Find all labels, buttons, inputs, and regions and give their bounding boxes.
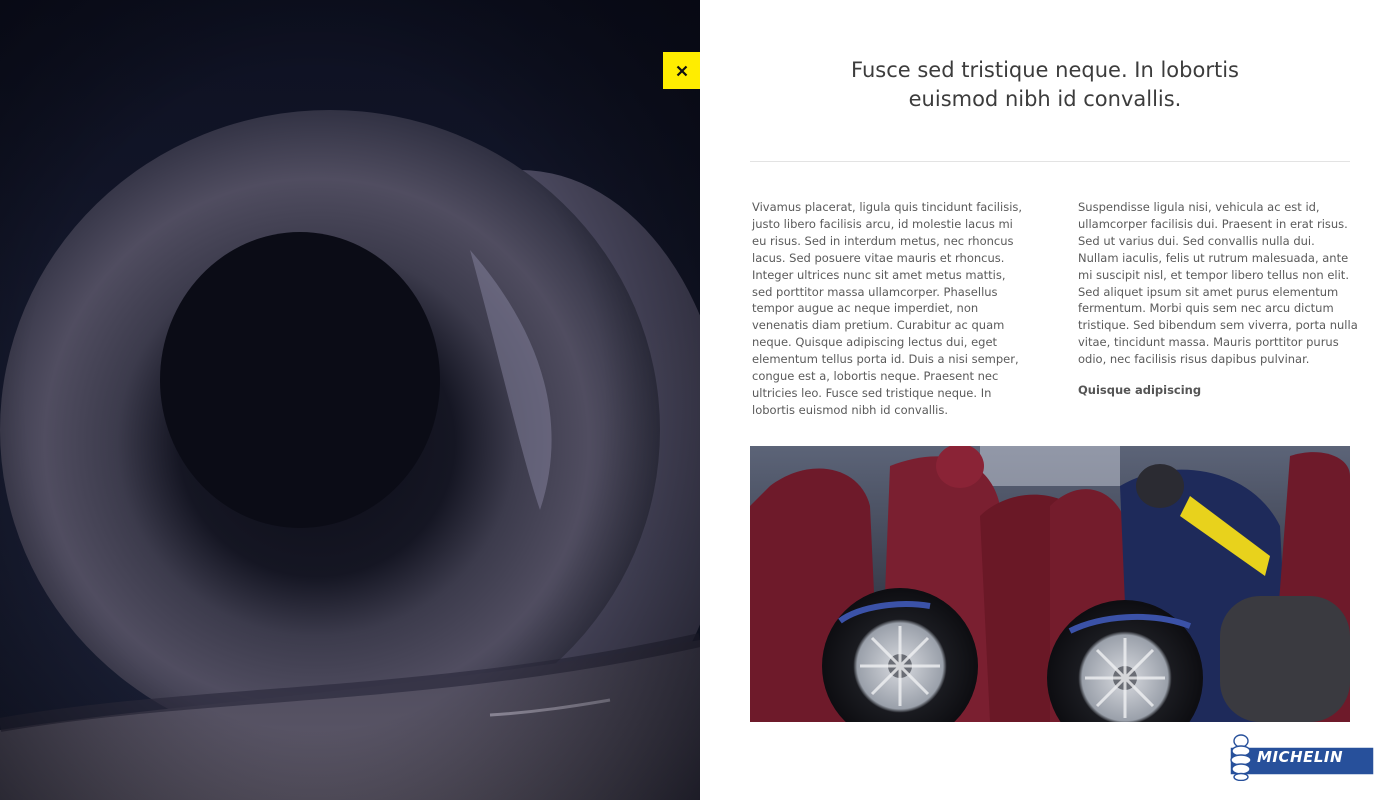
page: Fusce sed tristique neque. In lobortis e…	[0, 0, 1400, 800]
pit-crew-illustration	[750, 446, 1350, 722]
michelin-logo-text: MICHELIN	[1257, 748, 1344, 766]
pit-crew-photo	[750, 446, 1350, 722]
heading-divider	[750, 161, 1350, 162]
hero-eye-image	[0, 0, 700, 800]
close-button[interactable]	[663, 52, 700, 89]
quisque-adipiscing-link[interactable]: Quisque adipiscing	[1078, 383, 1201, 397]
michelin-logo: MICHELIN	[1227, 733, 1377, 782]
article-column-left: Vivamus placerat, ligula quis tincidunt …	[752, 200, 1023, 417]
eye-illustration	[0, 0, 700, 800]
close-icon	[676, 65, 688, 77]
article-heading: Fusce sed tristique neque. In lobortis e…	[851, 58, 1239, 111]
article-column-right: Suspendisse ligula nisi, vehicula ac est…	[1078, 200, 1358, 367]
article-panel: Fusce sed tristique neque. In lobortis e…	[700, 0, 1400, 800]
